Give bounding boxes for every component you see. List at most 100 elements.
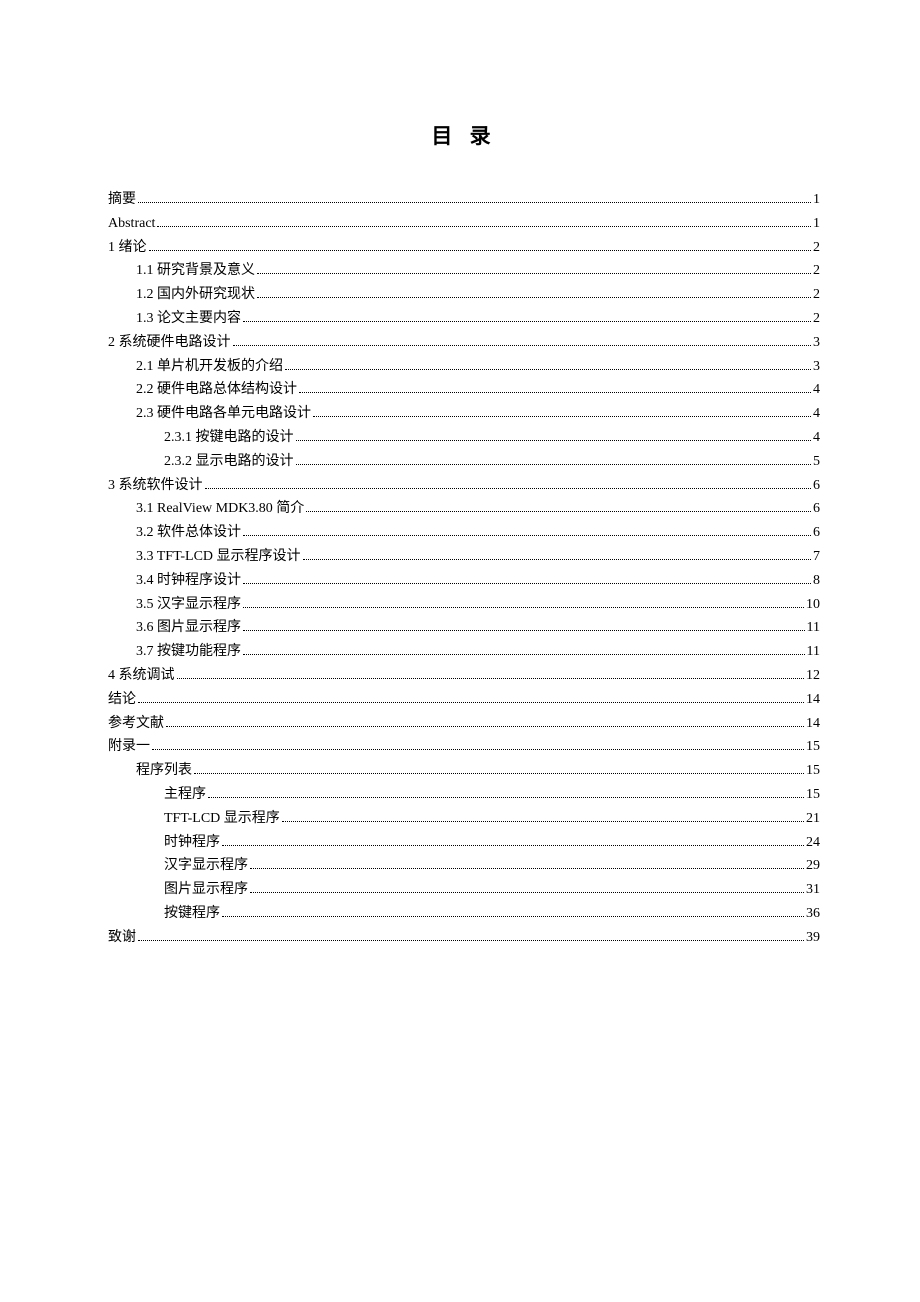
toc-entry-page: 2 [813,259,820,283]
toc-entry-page: 31 [806,878,820,902]
toc-entry-label: 3.3 TFT-LCD 显示程序设计 [136,545,301,569]
toc-entry-page: 4 [813,378,820,402]
toc-entry-page: 8 [813,569,820,593]
toc-leader-dots [243,607,804,608]
toc-entry-page: 11 [807,616,820,640]
toc-leader-dots [285,369,811,370]
toc-entry: 摘要1 [108,188,820,212]
toc-entry-page: 14 [806,712,820,736]
toc-entry: 程序列表 15 [108,759,820,783]
toc-entry-page: 6 [813,521,820,545]
toc-entry-label: 2.3 硬件电路各单元电路设计 [136,402,311,426]
toc-entry-page: 39 [806,926,820,950]
toc-entry-label: 2.3.1 按键电路的设计 [164,426,294,450]
toc-leader-dots [306,511,811,512]
toc-entry: 4 系统调试 12 [108,664,820,688]
toc-leader-dots [243,630,805,631]
toc-entry: 汉字显示程序 29 [108,854,820,878]
toc-entry: 3.6 图片显示程序 11 [108,616,820,640]
toc-entry-label: 1.2 国内外研究现状 [136,283,255,307]
toc-leader-dots [138,202,811,203]
toc-leader-dots [303,559,811,560]
toc-entry-page: 2 [813,307,820,331]
toc-entry-label: 3.4 时钟程序设计 [136,569,241,593]
toc-leader-dots [282,821,804,822]
toc-entry-label: 主程序 [164,783,206,807]
toc-entry: 主程序15 [108,783,820,807]
toc-entry-label: 摘要 [108,188,136,212]
toc-entry-page: 29 [806,854,820,878]
toc-entry: 2.3 硬件电路各单元电路设计 4 [108,402,820,426]
toc-entry: Abstract1 [108,212,820,236]
toc-entry-label: 2.3.2 显示电路的设计 [164,450,294,474]
toc-entry: 3.5 汉字显示程序 10 [108,593,820,617]
toc-entry-page: 15 [806,759,820,783]
toc-entry: 2 系统硬件电路设计3 [108,331,820,355]
toc-entry: 3.7 按键功能程序11 [108,640,820,664]
toc-leader-dots [177,678,805,679]
toc-entry-page: 10 [806,593,820,617]
toc-entry-label: 2.1 单片机开发板的介绍 [136,355,283,379]
toc-entry-label: 汉字显示程序 [164,854,248,878]
toc-entry: 3 系统软件设计 6 [108,474,820,498]
toc-entry: TFT-LCD 显示程序21 [108,807,820,831]
toc-entry-label: 3.5 汉字显示程序 [136,593,241,617]
toc-entry-label: 3.2 软件总体设计 [136,521,241,545]
toc-entry-page: 11 [807,640,820,664]
toc-leader-dots [243,321,811,322]
toc-entry-page: 36 [806,902,820,926]
toc-entry: 附录一 15 [108,735,820,759]
toc-container: 摘要1Abstract11 绪论21.1 研究背景及意义21.2 国内外研究现状… [108,188,820,950]
toc-entry: 1.1 研究背景及意义 2 [108,259,820,283]
toc-entry-page: 3 [813,331,820,355]
toc-entry-page: 7 [813,545,820,569]
toc-entry-label: 3.6 图片显示程序 [136,616,241,640]
toc-leader-dots [243,654,805,655]
toc-entry: 2.3.2 显示电路的设计 5 [108,450,820,474]
toc-entry: 1.2 国内外研究现状 2 [108,283,820,307]
toc-leader-dots [157,226,811,227]
toc-leader-dots [233,345,812,346]
toc-title: 目 录 [108,120,820,150]
toc-leader-dots [205,488,812,489]
toc-entry: 3.2 软件总体设计 6 [108,521,820,545]
toc-leader-dots [243,583,811,584]
toc-entry-page: 24 [806,831,820,855]
toc-entry-page: 6 [813,474,820,498]
toc-entry-label: 程序列表 [136,759,192,783]
toc-entry-label: 按键程序 [164,902,220,926]
toc-entry-label: 致谢 [108,926,136,950]
toc-entry: 图片显示程序31 [108,878,820,902]
toc-leader-dots [313,416,811,417]
toc-entry-label: 1.1 研究背景及意义 [136,259,255,283]
toc-entry-label: 3.1 RealView MDK3.80 简介 [136,497,304,521]
toc-entry-page: 4 [813,402,820,426]
toc-entry-label: 4 系统调试 [108,664,175,688]
toc-entry: 1.3 论文主要内容 2 [108,307,820,331]
toc-entry: 2.3.1 按键电路的设计 4 [108,426,820,450]
toc-entry-page: 4 [813,426,820,450]
toc-entry: 3.1 RealView MDK3.80 简介6 [108,497,820,521]
toc-entry: 结论14 [108,688,820,712]
toc-leader-dots [152,749,804,750]
toc-leader-dots [194,773,804,774]
toc-entry-page: 5 [813,450,820,474]
toc-entry-page: 15 [806,735,820,759]
toc-leader-dots [299,392,811,393]
toc-leader-dots [208,797,804,798]
toc-leader-dots [250,892,804,893]
toc-entry-label: 3 系统软件设计 [108,474,203,498]
toc-entry-label: 1.3 论文主要内容 [136,307,241,331]
toc-entry-label: 2.2 硬件电路总体结构设计 [136,378,297,402]
toc-entry: 2.2 硬件电路总体结构设计 4 [108,378,820,402]
toc-leader-dots [296,464,812,465]
toc-entry-page: 12 [806,664,820,688]
toc-entry-label: 附录一 [108,735,150,759]
toc-leader-dots [166,726,804,727]
toc-entry-label: Abstract [108,212,155,236]
toc-entry-label: TFT-LCD 显示程序 [164,807,280,831]
toc-entry: 3.3 TFT-LCD 显示程序设计 7 [108,545,820,569]
toc-leader-dots [222,916,804,917]
toc-entry-page: 2 [813,283,820,307]
toc-leader-dots [257,297,811,298]
